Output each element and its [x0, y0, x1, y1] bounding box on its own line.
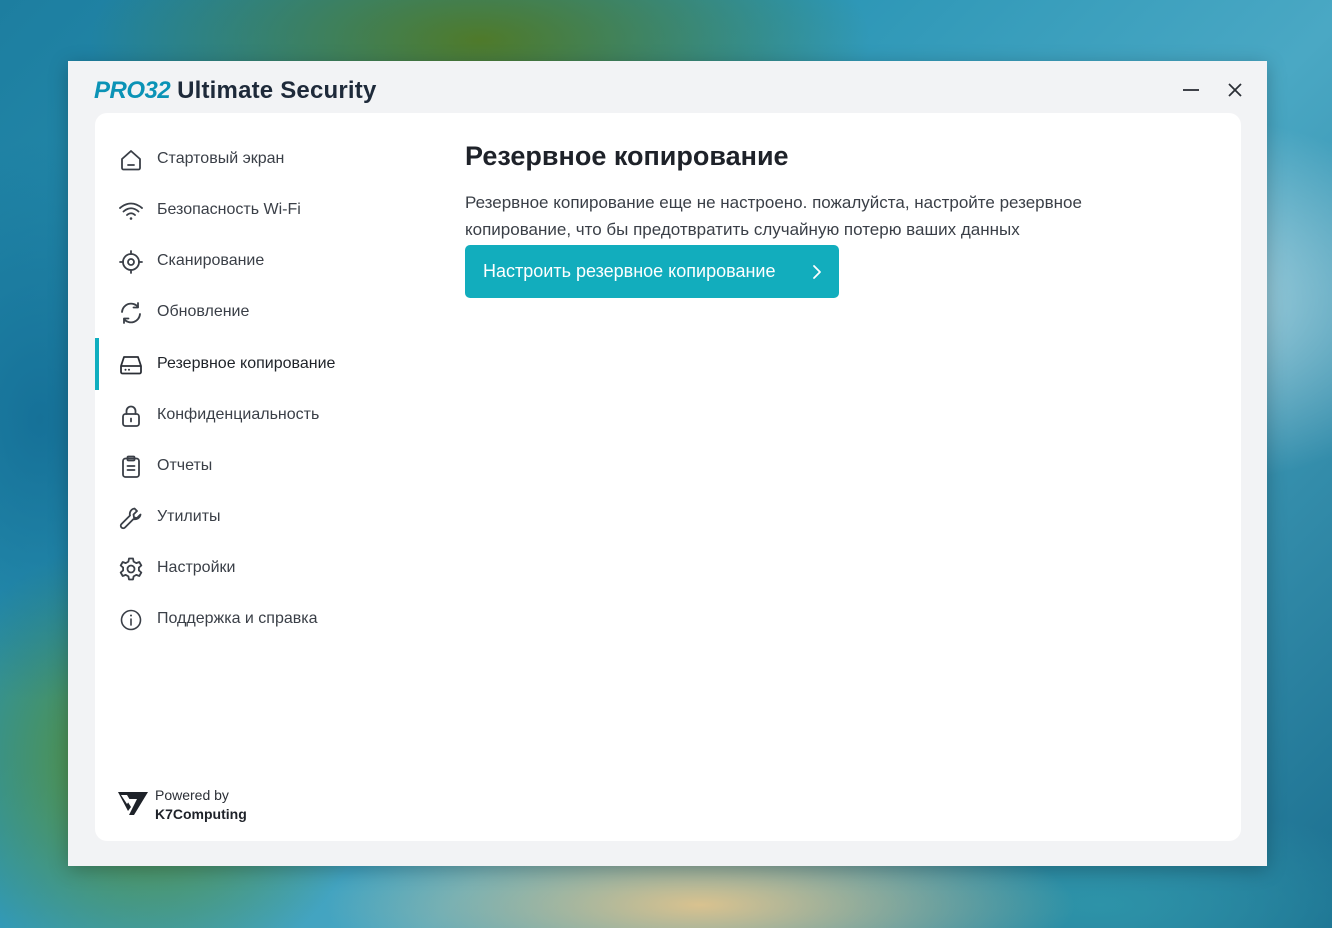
app-window: PRO32 Ultimate Security Стартовый экран …	[68, 61, 1267, 866]
sidebar-item-label: Обновление	[157, 303, 250, 320]
sidebar-item-label: Сканирование	[157, 252, 265, 269]
sidebar-item-privacy[interactable]: Конфиденциальность	[95, 395, 425, 435]
main-panel: Стартовый экран Безопасность Wi-Fi Скани…	[95, 113, 1241, 841]
setup-backup-button-label: Настроить резервное копирование	[483, 261, 776, 281]
sidebar-item-label: Безопасность Wi-Fi	[157, 201, 301, 218]
sidebar-item-update[interactable]: Обновление	[95, 292, 425, 332]
vendor-name: K7Computing	[155, 806, 247, 822]
wrench-icon	[118, 505, 144, 531]
sidebar-item-label: Отчеты	[157, 457, 213, 474]
k7-logo-icon	[117, 789, 149, 822]
sidebar-item-settings[interactable]: Настройки	[95, 548, 425, 588]
title-bar: PRO32 Ultimate Security	[68, 61, 1267, 113]
sidebar-item-label: Поддержка и справка	[157, 610, 318, 627]
sidebar-item-scan[interactable]: Сканирование	[95, 241, 425, 281]
close-icon	[1228, 83, 1242, 97]
lock-icon	[118, 403, 144, 429]
info-icon	[118, 607, 144, 633]
powered-by-label: Powered by	[155, 787, 229, 803]
content-area: Резервное копирование Резервное копирова…	[465, 113, 1225, 841]
minimize-button[interactable]	[1174, 75, 1208, 105]
app-title: PRO32 Ultimate Security	[94, 77, 377, 105]
powered-by-footer: Powered by K7Computing	[117, 785, 317, 825]
refresh-icon	[118, 300, 144, 326]
home-icon	[118, 147, 144, 173]
clipboard-icon	[118, 454, 144, 480]
sidebar-item-label: Настройки	[157, 559, 236, 576]
hard-drive-icon	[118, 352, 144, 378]
sidebar-item-backup[interactable]: Резервное копирование	[95, 344, 425, 384]
setup-backup-button[interactable]: Настроить резервное копирование	[465, 245, 839, 298]
scan-target-icon	[118, 249, 144, 275]
sidebar-item-label: Стартовый экран	[157, 150, 285, 167]
sidebar: Стартовый экран Безопасность Wi-Fi Скани…	[95, 113, 425, 841]
minimize-icon	[1183, 89, 1199, 91]
wifi-icon	[118, 198, 144, 224]
page-title: Резервное копирование	[465, 141, 789, 171]
sidebar-item-support[interactable]: Поддержка и справка	[95, 599, 425, 639]
sidebar-item-home[interactable]: Стартовый экран	[95, 139, 425, 179]
close-button[interactable]	[1218, 75, 1252, 105]
sidebar-item-utilities[interactable]: Утилиты	[95, 497, 425, 537]
page-description: Резервное копирование еще не настроено. …	[465, 193, 1082, 239]
sidebar-item-wifi[interactable]: Безопасность Wi-Fi	[95, 190, 425, 230]
sidebar-item-label: Утилиты	[157, 508, 221, 525]
gear-icon	[118, 556, 144, 582]
app-title-brand: PRO32	[94, 77, 171, 104]
sidebar-item-label: Резервное копирование	[157, 355, 336, 372]
app-title-name: Ultimate Security	[170, 77, 377, 104]
sidebar-item-reports[interactable]: Отчеты	[95, 446, 425, 486]
chevron-right-icon	[811, 264, 823, 285]
sidebar-item-label: Конфиденциальность	[157, 406, 320, 423]
